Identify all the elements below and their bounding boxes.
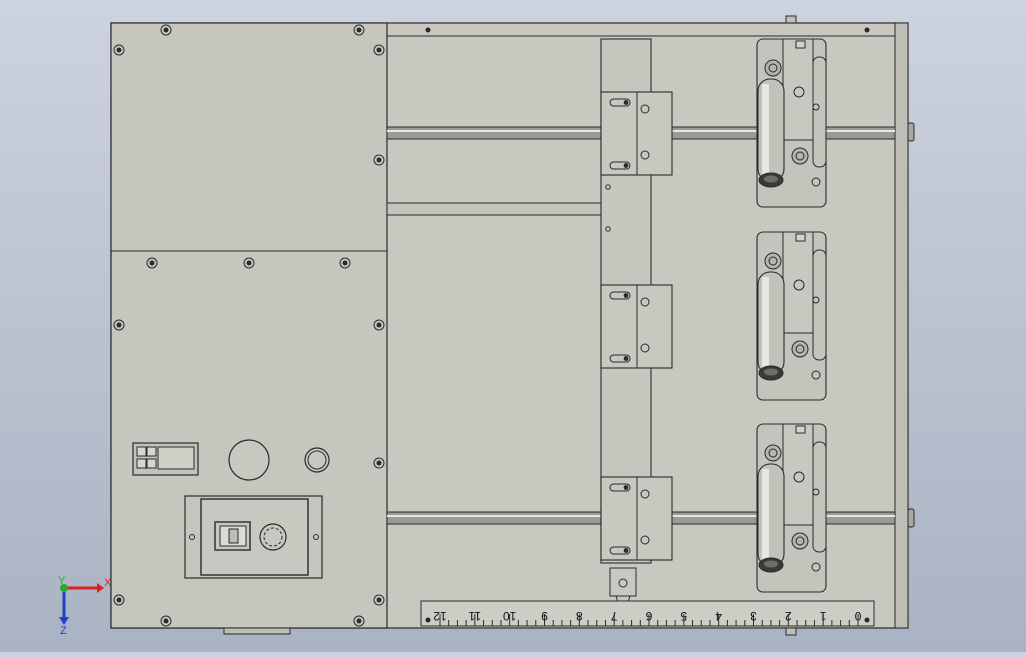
ruler-label: 8 xyxy=(576,609,583,623)
bearing-block xyxy=(600,91,673,176)
screw-icon xyxy=(113,44,125,56)
indicator-lamp-icon[interactable] xyxy=(228,439,270,481)
screw-icon xyxy=(160,24,172,36)
view-triad: X Y Z xyxy=(58,575,112,637)
screw-icon xyxy=(373,457,385,469)
screw-icon xyxy=(373,154,385,166)
screw-icon xyxy=(373,594,385,606)
switch-panel xyxy=(184,495,323,579)
screw-icon xyxy=(160,615,172,627)
bearing-block xyxy=(600,284,673,369)
screw-icon xyxy=(353,615,365,627)
rocker-switch-icon[interactable] xyxy=(214,521,251,551)
emergency-button-icon[interactable] xyxy=(304,447,330,473)
ruler-label: 7 xyxy=(611,609,618,623)
y-axis-label: Y xyxy=(58,575,66,587)
screw-icon xyxy=(146,257,158,269)
cabinet-bottom-tab xyxy=(223,627,291,635)
bottom-stop-block xyxy=(785,627,797,636)
ruler-label: 6 xyxy=(645,609,652,623)
right-edge-frame xyxy=(894,22,909,629)
clamp-assembly xyxy=(756,38,827,208)
scale-ruler: 12 11 10 9 8 7 6 5 4 3 2 1 0 xyxy=(420,600,875,627)
rail-hole xyxy=(864,27,870,33)
screw-icon xyxy=(113,319,125,331)
screw-icon xyxy=(243,257,255,269)
x-axis-label: X xyxy=(104,577,112,589)
digital-display-icon[interactable] xyxy=(132,442,199,476)
top-stop-block xyxy=(785,15,797,24)
ruler-label: 12 xyxy=(433,609,447,623)
clamp-assembly xyxy=(756,423,827,593)
ruler-label: 0 xyxy=(854,609,861,623)
ruler-label: 11 xyxy=(468,609,481,623)
screw-icon xyxy=(339,257,351,269)
rail-hole xyxy=(425,27,431,33)
ruler-label: 10 xyxy=(503,609,517,623)
rotary-knob-icon[interactable] xyxy=(259,523,287,551)
ruler-label: 2 xyxy=(785,609,792,623)
z-axis-label: Z xyxy=(60,625,67,637)
ruler-label: 4 xyxy=(715,609,722,623)
pointer-arm xyxy=(386,202,612,216)
machine-drawing: 12 11 10 9 8 7 6 5 4 3 2 1 0 X Y Z xyxy=(58,15,915,637)
screw-icon xyxy=(113,594,125,606)
clamp-assembly xyxy=(756,231,827,401)
cad-viewport[interactable]: 12 11 10 9 8 7 6 5 4 3 2 1 0 X Y Z xyxy=(0,0,1026,652)
screw-icon xyxy=(373,319,385,331)
ruler-label: 1 xyxy=(820,609,827,623)
bearing-block xyxy=(600,476,673,561)
ruler-label: 5 xyxy=(680,609,687,623)
screw-icon xyxy=(353,24,365,36)
ruler-label: 3 xyxy=(750,609,757,623)
screw-icon xyxy=(373,44,385,56)
ruler-label: 9 xyxy=(541,609,548,623)
